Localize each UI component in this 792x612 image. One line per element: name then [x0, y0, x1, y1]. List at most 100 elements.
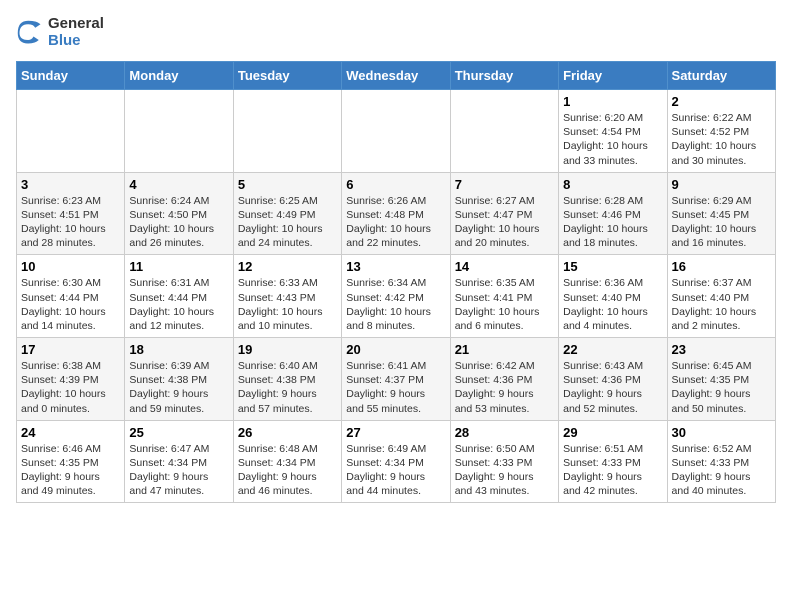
page-header: General Blue	[16, 16, 776, 49]
calendar-cell: 15 Sunrise: 6:36 AM Sunset: 4:40 PM Dayli…	[559, 255, 667, 338]
day-info: Sunrise: 6:52 AM Sunset: 4:33 PM Dayligh…	[672, 442, 771, 499]
calendar-cell: 22 Sunrise: 6:43 AM Sunset: 4:36 PM Dayli…	[559, 338, 667, 421]
day-number: 1	[563, 94, 662, 109]
calendar-body: 1 Sunrise: 6:20 AM Sunset: 4:54 PM Daylig…	[17, 90, 776, 503]
day-number: 4	[129, 177, 228, 192]
day-number: 25	[129, 425, 228, 440]
day-info: Sunrise: 6:47 AM Sunset: 4:34 PM Dayligh…	[129, 442, 228, 499]
day-info: Sunrise: 6:23 AM Sunset: 4:51 PM Dayligh…	[21, 194, 120, 251]
day-info: Sunrise: 6:36 AM Sunset: 4:40 PM Dayligh…	[563, 276, 662, 333]
calendar-cell: 11Sunrise: 6:31 AM Sunset: 4:44 PM Dayli…	[125, 255, 233, 338]
calendar-week-0: 1 Sunrise: 6:20 AM Sunset: 4:54 PM Daylig…	[17, 90, 776, 173]
calendar-cell: 24 Sunrise: 6:46 AM Sunset: 4:35 PM Dayli…	[17, 420, 125, 503]
day-info: Sunrise: 6:28 AM Sunset: 4:46 PM Dayligh…	[563, 194, 662, 251]
day-info: Sunrise: 6:39 AM Sunset: 4:38 PM Dayligh…	[129, 359, 228, 416]
calendar-cell: 14Sunrise: 6:35 AM Sunset: 4:41 PM Dayli…	[450, 255, 558, 338]
day-number: 23	[672, 342, 771, 357]
day-header-tuesday: Tuesday	[233, 62, 341, 90]
calendar-cell: 16 Sunrise: 6:37 AM Sunset: 4:40 PM Dayli…	[667, 255, 775, 338]
day-info: Sunrise: 6:51 AM Sunset: 4:33 PM Dayligh…	[563, 442, 662, 499]
calendar-cell: 30 Sunrise: 6:52 AM Sunset: 4:33 PM Dayli…	[667, 420, 775, 503]
calendar-cell: 29 Sunrise: 6:51 AM Sunset: 4:33 PM Dayli…	[559, 420, 667, 503]
day-number: 19	[238, 342, 337, 357]
day-number: 30	[672, 425, 771, 440]
day-info: Sunrise: 6:43 AM Sunset: 4:36 PM Dayligh…	[563, 359, 662, 416]
calendar-cell: 1 Sunrise: 6:20 AM Sunset: 4:54 PM Daylig…	[559, 90, 667, 173]
day-number: 22	[563, 342, 662, 357]
day-number: 3	[21, 177, 120, 192]
logo: General Blue	[16, 16, 104, 49]
calendar-table: SundayMondayTuesdayWednesdayThursdayFrid…	[16, 61, 776, 503]
calendar-cell: 12Sunrise: 6:33 AM Sunset: 4:43 PM Dayli…	[233, 255, 341, 338]
calendar-cell: 4 Sunrise: 6:24 AM Sunset: 4:50 PM Daylig…	[125, 172, 233, 255]
calendar-cell	[450, 90, 558, 173]
calendar-week-4: 24 Sunrise: 6:46 AM Sunset: 4:35 PM Dayli…	[17, 420, 776, 503]
calendar-cell: 6Sunrise: 6:26 AM Sunset: 4:48 PM Daylig…	[342, 172, 450, 255]
day-number: 14	[455, 259, 554, 274]
day-number: 13	[346, 259, 445, 274]
day-info: Sunrise: 6:40 AM Sunset: 4:38 PM Dayligh…	[238, 359, 337, 416]
calendar-cell: 23Sunrise: 6:45 AM Sunset: 4:35 PM Dayli…	[667, 338, 775, 421]
calendar-cell: 26 Sunrise: 6:48 AM Sunset: 4:34 PM Dayli…	[233, 420, 341, 503]
day-number: 18	[129, 342, 228, 357]
day-info: Sunrise: 6:48 AM Sunset: 4:34 PM Dayligh…	[238, 442, 337, 499]
day-number: 17	[21, 342, 120, 357]
day-number: 20	[346, 342, 445, 357]
day-info: Sunrise: 6:37 AM Sunset: 4:40 PM Dayligh…	[672, 276, 771, 333]
day-info: Sunrise: 6:25 AM Sunset: 4:49 PM Dayligh…	[238, 194, 337, 251]
calendar-cell: 19 Sunrise: 6:40 AM Sunset: 4:38 PM Dayli…	[233, 338, 341, 421]
day-number: 5	[238, 177, 337, 192]
day-info: Sunrise: 6:46 AM Sunset: 4:35 PM Dayligh…	[21, 442, 120, 499]
calendar-cell: 5 Sunrise: 6:25 AM Sunset: 4:49 PM Daylig…	[233, 172, 341, 255]
day-info: Sunrise: 6:38 AM Sunset: 4:39 PM Dayligh…	[21, 359, 120, 416]
day-header-thursday: Thursday	[450, 62, 558, 90]
day-number: 10	[21, 259, 120, 274]
calendar-week-2: 10 Sunrise: 6:30 AM Sunset: 4:44 PM Dayli…	[17, 255, 776, 338]
day-info: Sunrise: 6:30 AM Sunset: 4:44 PM Dayligh…	[21, 276, 120, 333]
day-info: Sunrise: 6:42 AM Sunset: 4:36 PM Dayligh…	[455, 359, 554, 416]
calendar-header-row: SundayMondayTuesdayWednesdayThursdayFrid…	[17, 62, 776, 90]
day-number: 28	[455, 425, 554, 440]
calendar-cell: 2 Sunrise: 6:22 AM Sunset: 4:52 PM Daylig…	[667, 90, 775, 173]
day-number: 26	[238, 425, 337, 440]
calendar-cell: 7 Sunrise: 6:27 AM Sunset: 4:47 PM Daylig…	[450, 172, 558, 255]
day-info: Sunrise: 6:22 AM Sunset: 4:52 PM Dayligh…	[672, 111, 771, 168]
day-number: 7	[455, 177, 554, 192]
calendar-cell: 25 Sunrise: 6:47 AM Sunset: 4:34 PM Dayli…	[125, 420, 233, 503]
day-number: 8	[563, 177, 662, 192]
day-info: Sunrise: 6:20 AM Sunset: 4:54 PM Dayligh…	[563, 111, 662, 168]
day-number: 9	[672, 177, 771, 192]
calendar-cell	[125, 90, 233, 173]
day-info: Sunrise: 6:41 AM Sunset: 4:37 PM Dayligh…	[346, 359, 445, 416]
day-info: Sunrise: 6:27 AM Sunset: 4:47 PM Dayligh…	[455, 194, 554, 251]
calendar-cell: 21Sunrise: 6:42 AM Sunset: 4:36 PM Dayli…	[450, 338, 558, 421]
day-info: Sunrise: 6:50 AM Sunset: 4:33 PM Dayligh…	[455, 442, 554, 499]
day-number: 29	[563, 425, 662, 440]
day-header-wednesday: Wednesday	[342, 62, 450, 90]
day-number: 6	[346, 177, 445, 192]
logo-icon	[16, 19, 44, 47]
day-header-sunday: Sunday	[17, 62, 125, 90]
logo-text: General Blue	[48, 16, 104, 49]
day-number: 24	[21, 425, 120, 440]
calendar-cell: 20 Sunrise: 6:41 AM Sunset: 4:37 PM Dayli…	[342, 338, 450, 421]
day-header-saturday: Saturday	[667, 62, 775, 90]
calendar-week-3: 17 Sunrise: 6:38 AM Sunset: 4:39 PM Dayli…	[17, 338, 776, 421]
calendar-cell: 18 Sunrise: 6:39 AM Sunset: 4:38 PM Dayli…	[125, 338, 233, 421]
day-number: 16	[672, 259, 771, 274]
calendar-cell: 8 Sunrise: 6:28 AM Sunset: 4:46 PM Daylig…	[559, 172, 667, 255]
calendar-cell: 9Sunrise: 6:29 AM Sunset: 4:45 PM Daylig…	[667, 172, 775, 255]
day-number: 2	[672, 94, 771, 109]
calendar-cell: 17 Sunrise: 6:38 AM Sunset: 4:39 PM Dayli…	[17, 338, 125, 421]
calendar-cell: 28 Sunrise: 6:50 AM Sunset: 4:33 PM Dayli…	[450, 420, 558, 503]
day-header-friday: Friday	[559, 62, 667, 90]
calendar-cell: 13 Sunrise: 6:34 AM Sunset: 4:42 PM Dayli…	[342, 255, 450, 338]
day-number: 15	[563, 259, 662, 274]
day-number: 27	[346, 425, 445, 440]
calendar-cell: 10 Sunrise: 6:30 AM Sunset: 4:44 PM Dayli…	[17, 255, 125, 338]
day-info: Sunrise: 6:49 AM Sunset: 4:34 PM Dayligh…	[346, 442, 445, 499]
calendar-cell	[233, 90, 341, 173]
day-info: Sunrise: 6:31 AM Sunset: 4:44 PM Dayligh…	[129, 276, 228, 333]
day-info: Sunrise: 6:34 AM Sunset: 4:42 PM Dayligh…	[346, 276, 445, 333]
day-info: Sunrise: 6:24 AM Sunset: 4:50 PM Dayligh…	[129, 194, 228, 251]
